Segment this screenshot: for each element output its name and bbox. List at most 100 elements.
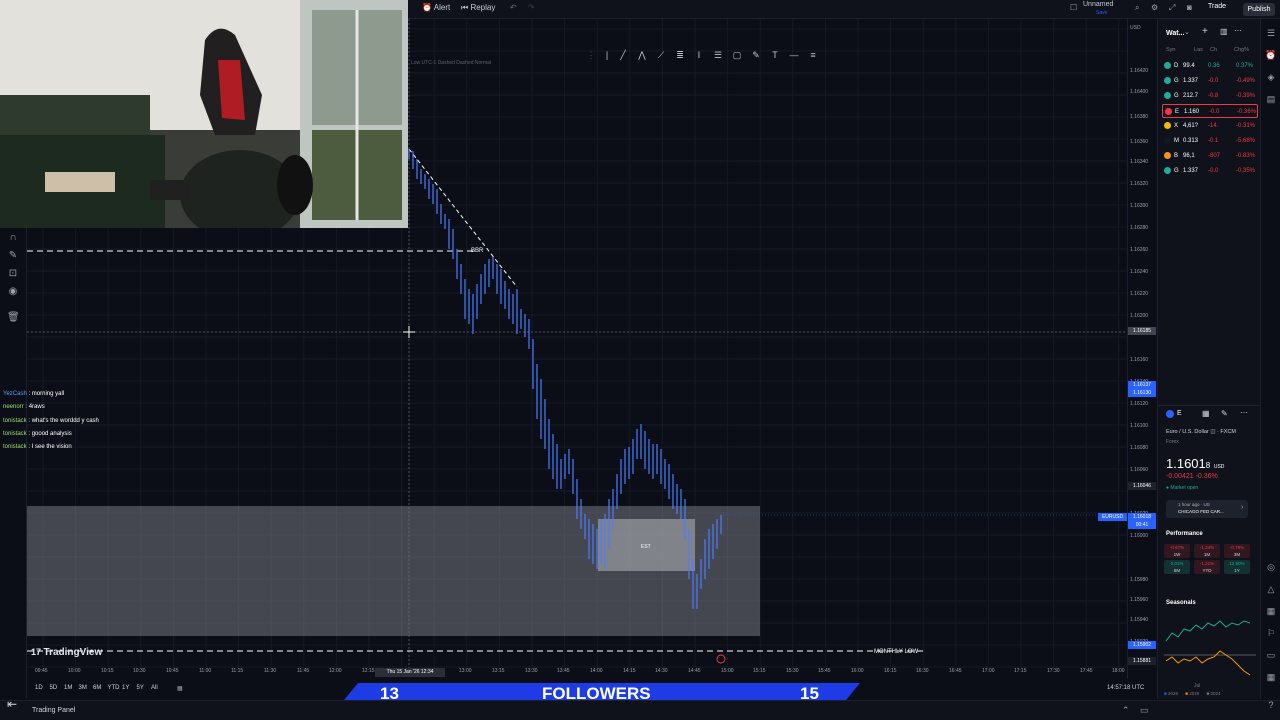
performance-cell[interactable]: -1.21% YTD [1194, 560, 1220, 574]
apps-icon[interactable]: ▦ [1265, 671, 1277, 683]
scroll-to-start-icon[interactable]: ⇤ [4, 697, 20, 711]
range-button-5d[interactable]: 5D [50, 685, 58, 691]
trend-line-icon[interactable]: ╱ [617, 49, 629, 61]
horizontal-lines-icon[interactable]: ☰ [712, 49, 724, 61]
range-button-ytd[interactable]: YTD [108, 685, 120, 691]
chat-username[interactable]: tonistack [3, 431, 27, 437]
alerts-icon[interactable]: ⏰ [1265, 49, 1277, 61]
watchlist-column-header[interactable]: Ch [1210, 47, 1217, 53]
trend-line [408, 148, 518, 288]
performance-cell[interactable]: -1.34% 1M [1194, 544, 1220, 558]
performance-cell[interactable]: 12.50% 1Y [1224, 560, 1250, 574]
time-tick-label: 18:00 [1112, 668, 1125, 674]
time-tick-label: 10:30 [133, 668, 146, 674]
drag-handle-icon[interactable]: ⋮ [585, 49, 597, 61]
redo-icon[interactable]: ↷ [528, 3, 535, 12]
chat-username[interactable]: tonistack [3, 444, 27, 450]
layout-icon[interactable]: ▥ [1220, 27, 1228, 36]
range-button-1m[interactable]: 1M [64, 685, 72, 691]
time-axis[interactable]: 09:45 10:00 10:15 10:30 10:45 11:00 11:15 11:30… [27, 668, 1157, 678]
chat-username[interactable]: tonistack [3, 418, 27, 424]
trading-panel-tab[interactable]: Trading Panel [32, 707, 75, 714]
watchlist-row[interactable]: G 1.337 -0.0 -0.49% [1162, 74, 1258, 88]
range-button-all[interactable]: All [151, 685, 158, 691]
notifications-icon[interactable]: ⚐ [1265, 627, 1277, 639]
watchlist-column-header[interactable]: Chg% [1234, 47, 1249, 53]
horizontal-ray-icon[interactable]: — [788, 49, 800, 61]
pen-icon[interactable]: ✎ [7, 250, 19, 262]
pitchfork-icon[interactable]: ⟋ [655, 49, 667, 61]
more-icon[interactable]: ⋯ [1234, 26, 1242, 35]
news-card[interactable]: 1 hour ago · US CHICAGO FED CAR... › [1166, 500, 1248, 518]
watchlist-row[interactable]: M 0.313 -0.1 -5.68% [1162, 134, 1258, 148]
lock-icon[interactable]: ⊡ [7, 268, 19, 280]
maximize-icon[interactable]: ▭ [1140, 705, 1149, 716]
chat-text: : I see the vision [26, 444, 72, 451]
range-button-3m[interactable]: 3M [79, 685, 87, 691]
chevron-down-icon[interactable]: ⌄ [1184, 28, 1190, 36]
range-button-1y[interactable]: 1Y [122, 685, 129, 691]
currency-label[interactable]: USD [1130, 25, 1141, 31]
watchlist-row[interactable]: E 1.160 -0.0 -0.36% [1162, 104, 1258, 118]
watchlist-row[interactable]: G 212.7 -0.8 -0.39% [1162, 89, 1258, 103]
details-edit-icon[interactable]: ✎ [1221, 409, 1228, 418]
price-tick-label: 1.16160 [1130, 357, 1149, 363]
details-layout-icon[interactable]: ▦ [1202, 409, 1210, 418]
layers-icon[interactable]: ◈ [1265, 71, 1277, 83]
watchlist-column-header[interactable]: Syn [1166, 47, 1175, 53]
replay-button[interactable]: ⏮ Replay [461, 3, 495, 13]
watchlist-row[interactable]: D 99.4 0.36 0.37% [1162, 59, 1258, 73]
watchlist-row[interactable]: G 1.337 -0.0 -0.35% [1162, 164, 1258, 178]
target-icon[interactable]: ◎ [1265, 561, 1277, 573]
watchlist-icon[interactable]: ☰ [1265, 27, 1277, 39]
settings-sliders-icon[interactable]: ≡ [807, 49, 819, 61]
brush-icon[interactable]: ✎ [750, 49, 762, 61]
rectangle-icon[interactable]: ▢ [731, 49, 743, 61]
performance-cell[interactable]: 0.01% 6M [1164, 560, 1190, 574]
blue-price-tag: 1.15902 [1128, 641, 1156, 649]
chat-username[interactable]: neenorr [3, 404, 24, 410]
watchlist-row[interactable]: X 4,61? -14. -0.31% [1162, 119, 1258, 133]
vertical-line-icon[interactable]: | [601, 49, 613, 61]
data-window-icon[interactable]: ▤ [1265, 93, 1277, 105]
range-button-1d[interactable]: 1D [35, 685, 43, 691]
utc-clock[interactable]: 14:57:18 UTC [1107, 685, 1144, 691]
collapse-icon[interactable]: ⌃ [1122, 705, 1130, 716]
performance-cell[interactable]: -0.78% 3M [1224, 544, 1250, 558]
quick-search-icon[interactable]: ⌕ [1135, 3, 1139, 13]
fullscreen-icon[interactable]: ⤢ [1169, 3, 1175, 13]
trade-button[interactable]: Trade [1208, 3, 1226, 10]
date-range-icon[interactable]: ▦ [177, 685, 183, 692]
watchlist-row[interactable]: B 96,1 -807 -0.83% [1162, 149, 1258, 163]
layout-name[interactable]: Unnamed [1083, 1, 1113, 8]
calendar-icon[interactable]: ▦ [1265, 605, 1277, 617]
add-symbol-icon[interactable]: + [1202, 26, 1208, 37]
path-icon[interactable]: ⋀ [636, 49, 648, 61]
publish-button[interactable]: Publish [1243, 3, 1275, 16]
settings-icon[interactable]: ⚙ [1151, 3, 1158, 12]
range-button-5y[interactable]: 5Y [137, 685, 144, 691]
eye-icon[interactable]: ◉ [7, 286, 19, 298]
camera-icon[interactable]: ◙ [1187, 3, 1192, 12]
text-cursor-icon[interactable]: Ⅰ [693, 49, 705, 61]
help-icon[interactable]: ? [1265, 699, 1277, 711]
layout-checkbox-icon[interactable]: ☐ [1070, 3, 1077, 12]
text-icon[interactable]: T [769, 49, 781, 61]
undo-icon[interactable]: ↶ [510, 3, 517, 12]
watchlist-column-header[interactable]: Las [1194, 47, 1203, 53]
trash-icon[interactable]: 🗑 [7, 312, 20, 324]
time-tick-label: 11:45 [297, 668, 310, 674]
range-button-6m[interactable]: 6M [93, 685, 101, 691]
chat-icon[interactable]: ▭ [1265, 649, 1277, 661]
ideas-icon[interactable]: △ [1265, 583, 1277, 595]
watchlist-title[interactable]: Wat... [1166, 30, 1184, 37]
details-more-icon[interactable]: ⋯ [1240, 408, 1248, 417]
details-symbol[interactable]: E [1177, 410, 1182, 417]
watchlist-change: -0.8 [1208, 93, 1219, 99]
performance-cell[interactable]: -0.67% 1W [1164, 544, 1190, 558]
alert-button[interactable]: ⏰ Alert [422, 3, 450, 12]
magnet-icon[interactable]: ∩ [7, 232, 19, 244]
price-axis[interactable]: USD 1.16420 1.16400 1.16380 1.16360 1.16340 1… [1127, 19, 1157, 679]
fib-icon[interactable]: ≣ [674, 49, 686, 61]
chat-username[interactable]: YezCash [3, 391, 27, 397]
